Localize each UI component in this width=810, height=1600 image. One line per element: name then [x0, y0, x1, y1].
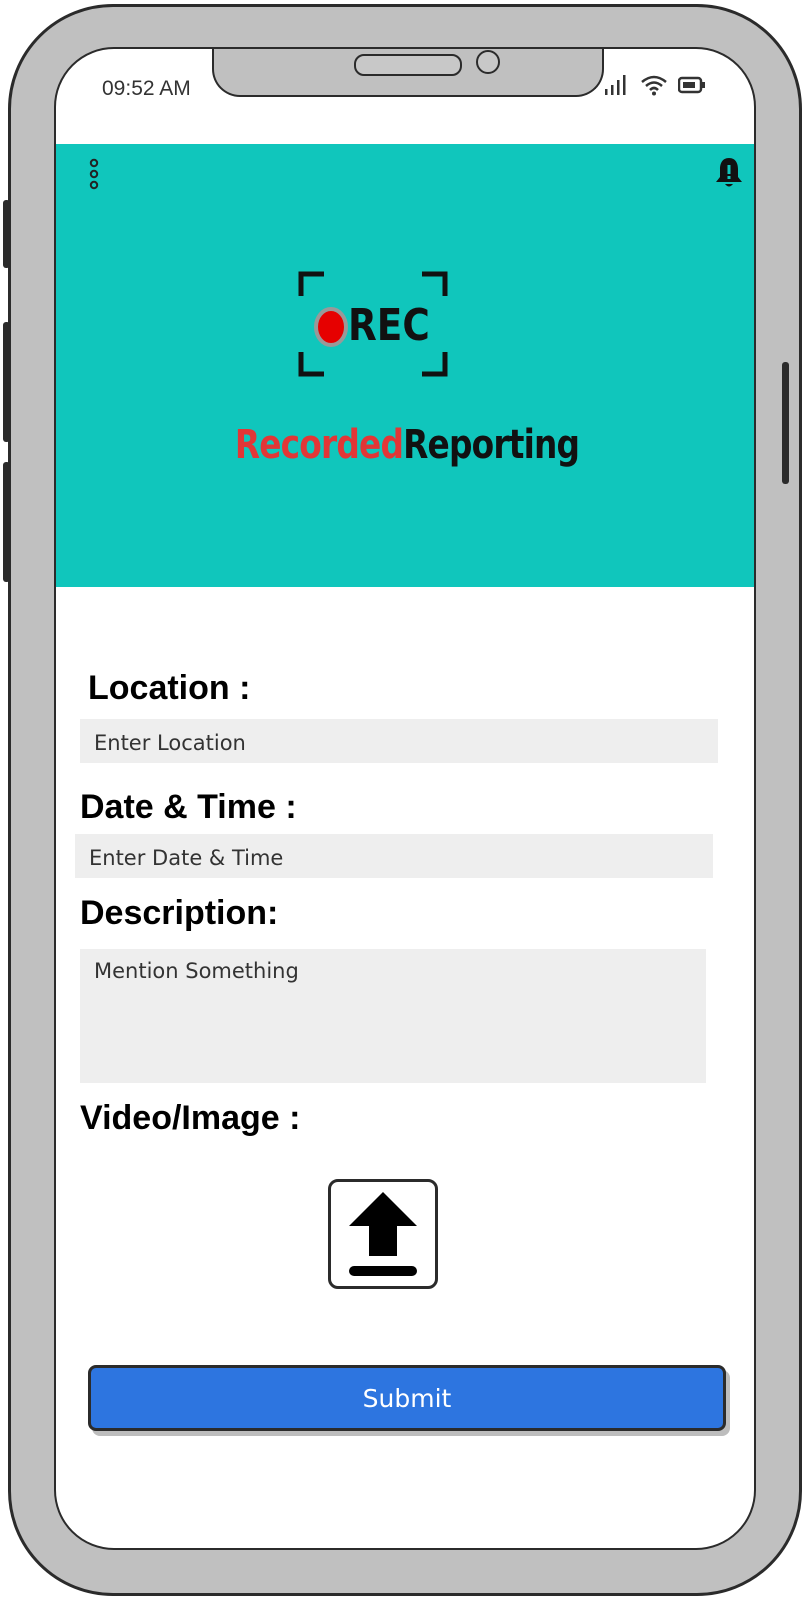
datetime-input[interactable]: Enter Date & Time — [75, 834, 713, 878]
battery-icon — [678, 76, 705, 94]
status-icons — [604, 74, 706, 96]
bell-alert-icon[interactable] — [714, 156, 744, 190]
media-label: Video/Image : — [80, 1099, 301, 1137]
speaker-grille — [354, 54, 462, 76]
phone-screen: 09:52 AM REC RecordedReporting Location … — [54, 47, 756, 1550]
signal-icon — [605, 75, 626, 95]
phone-side-button — [3, 200, 10, 268]
rec-logo: REC — [298, 270, 448, 378]
upload-icon — [349, 1192, 417, 1276]
description-textarea[interactable]: Mention Something — [80, 949, 706, 1083]
rec-logo-text: REC — [348, 300, 430, 351]
phone-side-button — [3, 322, 10, 442]
more-vertical-icon[interactable] — [84, 158, 104, 192]
phone-notch — [212, 49, 604, 97]
wifi-icon — [641, 75, 667, 96]
phone-side-button — [782, 362, 789, 484]
location-label: Location : — [88, 669, 251, 707]
brand-name-part2: Reporting — [403, 422, 580, 468]
status-time: 09:52 AM — [102, 77, 191, 100]
description-label: Description: — [80, 894, 279, 932]
location-input[interactable]: Enter Location — [80, 719, 718, 763]
brand-name: RecordedReporting — [119, 422, 695, 468]
submit-button[interactable]: Submit — [88, 1365, 726, 1431]
header-banner: REC RecordedReporting — [56, 144, 754, 587]
datetime-label: Date & Time : — [80, 788, 297, 826]
brand-name-part1: Recorded — [234, 422, 404, 468]
phone-side-button — [3, 462, 10, 582]
upload-button[interactable] — [328, 1179, 438, 1289]
front-camera — [476, 50, 500, 74]
